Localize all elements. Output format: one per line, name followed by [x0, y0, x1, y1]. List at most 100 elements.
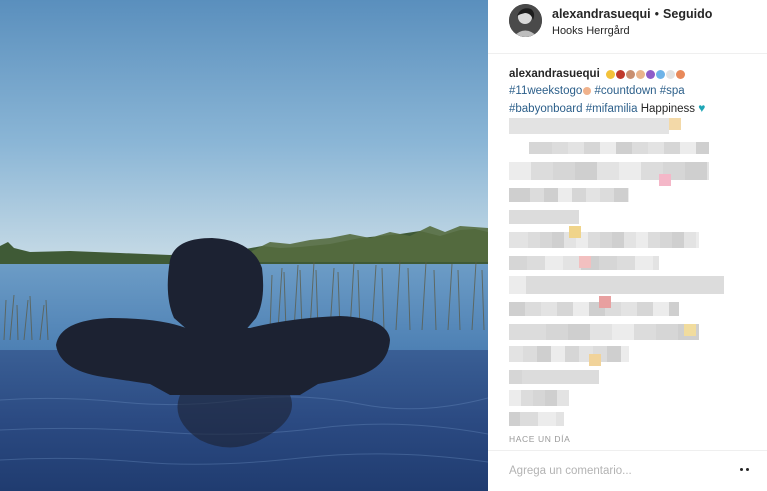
redacted-block — [599, 118, 609, 134]
redacted-block — [509, 232, 528, 248]
redacted-block — [531, 162, 553, 180]
redacted-block — [656, 324, 678, 340]
post-username[interactable]: alexandrasuequi — [552, 7, 651, 21]
redacted-block — [528, 232, 540, 248]
caption-username[interactable]: alexandrasuequi — [509, 68, 600, 80]
redacted-block — [600, 188, 614, 202]
redacted-block — [621, 302, 637, 316]
redacted-block — [537, 346, 551, 362]
hashtag-11weekstogo[interactable]: #11weekstogo — [509, 85, 582, 97]
redacted-block — [526, 276, 536, 294]
redacted-block — [686, 276, 696, 294]
redacted-block — [553, 162, 575, 180]
emoji-strip — [605, 70, 685, 79]
redacted-block — [648, 142, 664, 154]
redacted-block — [582, 370, 599, 384]
hashtag-mifamilia[interactable]: #mifamilia — [586, 103, 638, 115]
redacted-block — [588, 232, 600, 248]
redacted-block — [569, 210, 579, 224]
redacted-block — [569, 226, 581, 238]
redacted-block — [527, 256, 545, 270]
redacted-block — [589, 354, 601, 366]
redacted-block — [621, 346, 629, 362]
redacted-block — [541, 302, 557, 316]
teal-heart-icon: ♥ — [698, 101, 706, 115]
caption-text: Happiness — [640, 103, 696, 115]
redacted-block — [549, 118, 559, 134]
redacted-block — [552, 142, 568, 154]
redacted-block — [696, 142, 709, 154]
caption-emoji-icon — [635, 70, 645, 79]
profile-avatar[interactable] — [509, 4, 542, 37]
caption-emoji-icon — [625, 70, 635, 79]
caption-emoji-icon — [655, 70, 665, 79]
redacted-block — [680, 142, 696, 154]
redacted-block — [566, 276, 576, 294]
redacted-block — [599, 256, 617, 270]
caption-emoji-icon — [605, 70, 615, 79]
redacted-block — [520, 412, 538, 426]
redacted-block — [552, 232, 564, 248]
post-header: alexandrasuequi • Seguido Hooks Herrgård — [488, 0, 767, 54]
post-location[interactable]: Hooks Herrgård — [552, 25, 630, 37]
redacted-block — [616, 142, 632, 154]
redacted-block — [716, 276, 724, 294]
redacted-block — [509, 370, 522, 384]
hashtag-countdown[interactable]: #countdown — [595, 85, 657, 97]
redacted-block — [624, 232, 636, 248]
post-timestamp[interactable]: HACE UN DÍA — [509, 434, 570, 444]
redacted-block — [525, 302, 541, 316]
redacted-block — [619, 118, 629, 134]
redacted-block — [562, 370, 582, 384]
hashtag-babyonboard[interactable]: #babyonboard — [509, 103, 583, 115]
redacted-block — [557, 302, 573, 316]
redacted-block — [509, 118, 519, 134]
comment-input[interactable] — [509, 461, 719, 481]
redacted-block — [586, 188, 600, 202]
username-row: alexandrasuequi • Seguido — [552, 7, 712, 21]
redacted-block — [609, 118, 619, 134]
redacted-block — [558, 188, 572, 202]
redacted-block — [568, 142, 584, 154]
redacted-block — [544, 188, 558, 202]
hand-emoji-icon — [583, 87, 592, 95]
redacted-block — [509, 256, 527, 270]
redacted-block — [536, 276, 546, 294]
redacted-block — [519, 118, 529, 134]
redacted-block — [533, 390, 545, 406]
redacted-block — [669, 118, 681, 130]
post-photo[interactable] — [0, 0, 488, 491]
redacted-block — [666, 276, 676, 294]
redacted-block — [575, 162, 597, 180]
redacted-block — [509, 324, 524, 340]
redacted-block — [509, 390, 521, 406]
more-options-icon[interactable] — [738, 465, 752, 475]
comment-bar — [488, 450, 767, 491]
caption-emoji-icon — [665, 70, 675, 79]
redacted-block — [606, 276, 616, 294]
redacted-block — [636, 232, 648, 248]
redacted-block — [696, 232, 699, 248]
hashtag-spa[interactable]: #spa — [660, 85, 685, 97]
redacted-block — [576, 276, 586, 294]
follow-status-button[interactable]: Seguido — [663, 7, 712, 21]
caption-emoji-icon — [675, 70, 685, 79]
redacted-block — [509, 302, 525, 316]
redacted-block — [596, 276, 606, 294]
redacted-block — [546, 324, 568, 340]
redacted-block — [628, 188, 629, 202]
redacted-block — [607, 346, 621, 362]
redacted-block — [659, 118, 669, 134]
redacted-block — [632, 142, 648, 154]
redacted-block — [706, 276, 716, 294]
redacted-comments — [509, 118, 749, 428]
redacted-block — [509, 188, 530, 202]
redacted-block — [565, 346, 579, 362]
redacted-block — [521, 390, 533, 406]
redacted-block — [600, 142, 616, 154]
redacted-block — [656, 276, 666, 294]
redacted-block — [707, 162, 709, 180]
redacted-block — [634, 324, 656, 340]
redacted-block — [529, 210, 549, 224]
redacted-block — [557, 390, 569, 406]
